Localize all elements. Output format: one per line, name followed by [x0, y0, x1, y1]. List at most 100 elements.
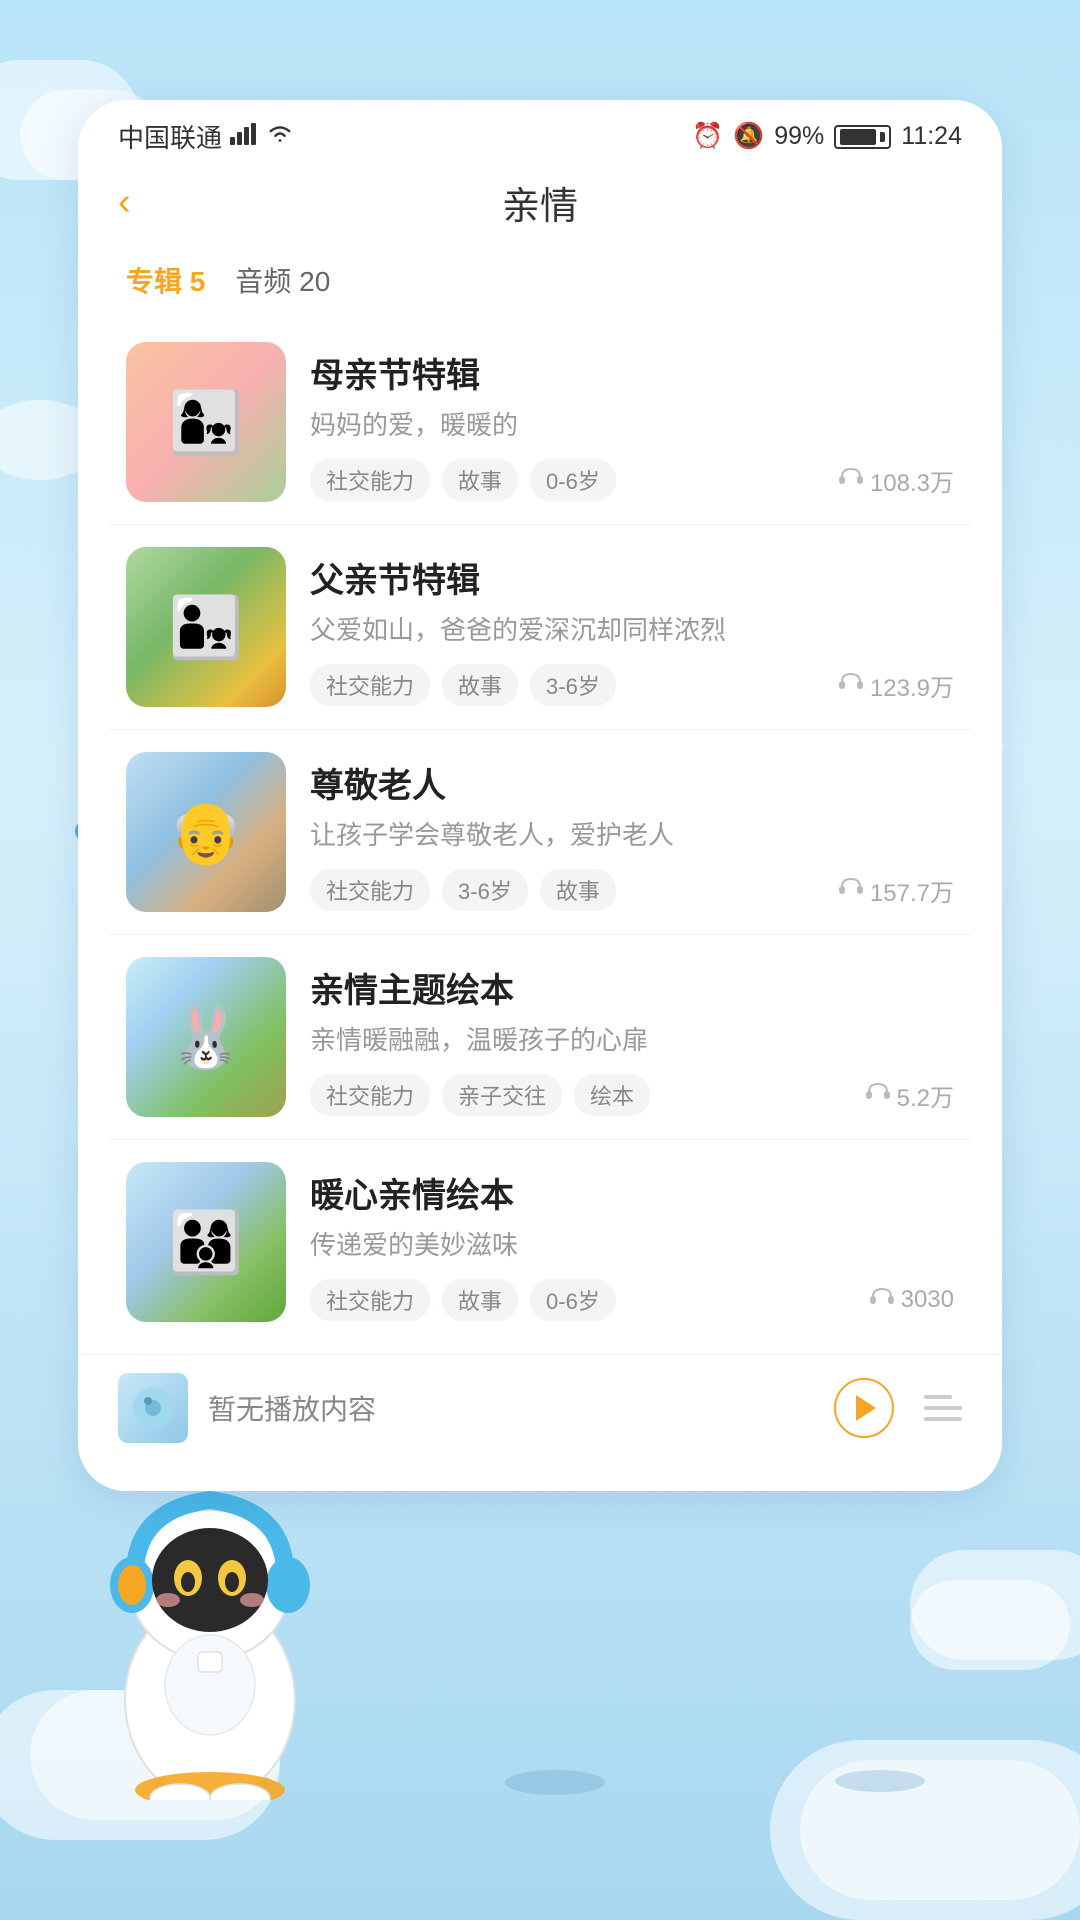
tag: 绘本 — [574, 1074, 650, 1116]
audio-stat: 音频 20 — [235, 260, 330, 300]
album-desc: 让孩子学会尊敬老人，爱护老人 — [310, 817, 954, 853]
play-count-value: 3030 — [901, 1286, 954, 1314]
album-tags-row: 社交能力亲子交往绘本 5.2万 — [310, 1074, 954, 1116]
tag: 亲子交往 — [442, 1074, 562, 1116]
playlist-button[interactable] — [924, 1395, 962, 1421]
audio-label: 音频 — [235, 266, 291, 297]
page-title: 亲情 — [502, 175, 578, 230]
album-info: 亲情主题绘本 亲情暖融融，温暖孩子的心扉 社交能力亲子交往绘本 5.2万 — [310, 957, 954, 1116]
album-item[interactable]: 👴 尊敬老人 让孩子学会尊敬老人，爱护老人 社交能力 3-6岁故事 — [108, 730, 972, 935]
tag: 3-6岁 — [442, 869, 528, 911]
album-info: 暖心亲情绘本 传递爱的美妙滋味 社交能力故事 0-6岁 3030 — [310, 1162, 954, 1321]
play-count: 3030 — [869, 1286, 954, 1314]
tag: 3-6岁 — [530, 664, 616, 706]
phone-card: 中国联通 ⏰ 🔕 99% — [78, 100, 1002, 1491]
play-count: 123.9万 — [838, 668, 954, 703]
play-count: 108.3万 — [838, 463, 954, 498]
album-value: 5 — [190, 266, 206, 297]
list-line-3 — [924, 1417, 962, 1421]
notification-icon: 🔕 — [733, 122, 764, 151]
album-tags-row: 社交能力故事 3-6岁 123.9万 — [310, 664, 954, 706]
thumb-emoji: 🐰 — [126, 957, 286, 1117]
album-thumbnail: 👴 — [126, 752, 286, 912]
tag: 故事 — [442, 664, 518, 706]
time-text: 11:24 — [901, 122, 962, 151]
album-tags: 社交能力故事 0-6岁 — [310, 1279, 616, 1321]
thumb-emoji: 👴 — [126, 752, 286, 912]
back-button[interactable]: ‹ — [118, 181, 131, 224]
list-line-2 — [924, 1406, 962, 1410]
play-count: 157.7万 — [838, 873, 954, 908]
album-info: 母亲节特辑 妈妈的爱，暖暖的 社交能力故事 0-6岁 108.3万 — [310, 342, 954, 501]
tag: 社交能力 — [310, 459, 430, 501]
headphone-icon — [838, 671, 864, 699]
oval-shadow-2 — [505, 1770, 605, 1795]
album-item[interactable]: 🐰 亲情主题绘本 亲情暖融融，温暖孩子的心扉 社交能力亲子交往绘本 — [108, 935, 972, 1140]
thumb-emoji: 👨‍👩‍👦 — [126, 1162, 286, 1322]
header: ‹ 亲情 — [78, 165, 1002, 250]
headphone-icon — [869, 1286, 895, 1314]
album-desc: 妈妈的爱，暖暖的 — [310, 407, 954, 443]
tag: 社交能力 — [310, 664, 430, 706]
audio-value: 20 — [299, 266, 330, 297]
album-item[interactable]: 👨‍👩‍👦 暖心亲情绘本 传递爱的美妙滋味 社交能力故事 0-6岁 — [108, 1140, 972, 1344]
album-desc: 父爱如山，爸爸的爱深沉却同样浓烈 — [310, 612, 954, 648]
album-stat: 专辑 5 — [126, 260, 205, 300]
tag: 故事 — [442, 459, 518, 501]
album-desc: 传递爱的美妙滋味 — [310, 1227, 954, 1263]
album-tags-row: 社交能力故事 0-6岁 108.3万 — [310, 459, 954, 501]
album-title: 亲情主题绘本 — [310, 963, 954, 1012]
player-thumbnail — [118, 1373, 188, 1443]
album-title: 暖心亲情绘本 — [310, 1168, 954, 1217]
headphone-icon — [838, 876, 864, 904]
play-count-value: 5.2万 — [897, 1078, 954, 1113]
thumb-emoji: 👩‍👧 — [126, 342, 286, 502]
album-info: 尊敬老人 让孩子学会尊敬老人，爱护老人 社交能力 3-6岁故事 157.7万 — [310, 752, 954, 911]
tag: 社交能力 — [310, 869, 430, 911]
play-button[interactable] — [834, 1378, 894, 1438]
headphone-icon — [838, 466, 864, 494]
player-controls — [834, 1378, 962, 1438]
album-tags: 社交能力 3-6岁故事 — [310, 869, 616, 911]
play-count-value: 108.3万 — [870, 463, 954, 498]
stats-bar: 专辑 5 音频 20 — [78, 250, 1002, 320]
status-bar: 中国联通 ⏰ 🔕 99% — [78, 100, 1002, 165]
tag: 故事 — [442, 1279, 518, 1321]
album-desc: 亲情暖融融，温暖孩子的心扉 — [310, 1022, 954, 1058]
play-triangle-icon — [856, 1395, 876, 1421]
oval-shadow-3 — [835, 1770, 925, 1792]
thumb-emoji: 👨‍👧 — [126, 547, 286, 707]
album-info: 父亲节特辑 父爱如山，爸爸的爱深沉却同样浓烈 社交能力故事 3-6岁 123.9万 — [310, 547, 954, 706]
tag: 社交能力 — [310, 1279, 430, 1321]
album-tags-row: 社交能力 3-6岁故事 157.7万 — [310, 869, 954, 911]
play-count-value: 157.7万 — [870, 873, 954, 908]
wifi-icon — [266, 121, 294, 152]
status-left: 中国联通 — [118, 118, 294, 155]
album-tags-row: 社交能力故事 0-6岁 3030 — [310, 1279, 954, 1321]
album-title: 尊敬老人 — [310, 758, 954, 807]
alarm-icon: ⏰ — [692, 122, 723, 151]
album-title: 母亲节特辑 — [310, 348, 954, 397]
album-tags: 社交能力故事 3-6岁 — [310, 664, 616, 706]
album-list: 👩‍👧 母亲节特辑 妈妈的爱，暖暖的 社交能力故事0-6岁 — [78, 320, 1002, 1344]
tag: 0-6岁 — [530, 1279, 616, 1321]
album-thumbnail: 👨‍👩‍👦 — [126, 1162, 286, 1322]
bg-cloud-5 — [910, 1580, 1070, 1670]
list-line-1 — [924, 1395, 952, 1399]
album-item[interactable]: 👨‍👧 父亲节特辑 父爱如山，爸爸的爱深沉却同样浓烈 社交能力故事 3-6岁 — [108, 525, 972, 730]
album-item[interactable]: 👩‍👧 母亲节特辑 妈妈的爱，暖暖的 社交能力故事 0-6岁 — [108, 320, 972, 525]
album-thumbnail: 🐰 — [126, 957, 286, 1117]
tag: 0-6岁 — [530, 459, 616, 501]
player-bar: 暂无播放内容 — [78, 1354, 1002, 1461]
album-tags: 社交能力亲子交往绘本 — [310, 1074, 650, 1116]
tag: 故事 — [540, 869, 616, 911]
play-count-value: 123.9万 — [870, 668, 954, 703]
album-thumbnail: 👨‍👧 — [126, 547, 286, 707]
album-title: 父亲节特辑 — [310, 553, 954, 602]
battery-icon — [834, 125, 891, 149]
battery-text: 99% — [774, 122, 824, 151]
album-tags: 社交能力故事 0-6岁 — [310, 459, 616, 501]
play-count: 5.2万 — [865, 1078, 954, 1113]
tag: 社交能力 — [310, 1074, 430, 1116]
player-no-content: 暂无播放内容 — [208, 1388, 814, 1428]
